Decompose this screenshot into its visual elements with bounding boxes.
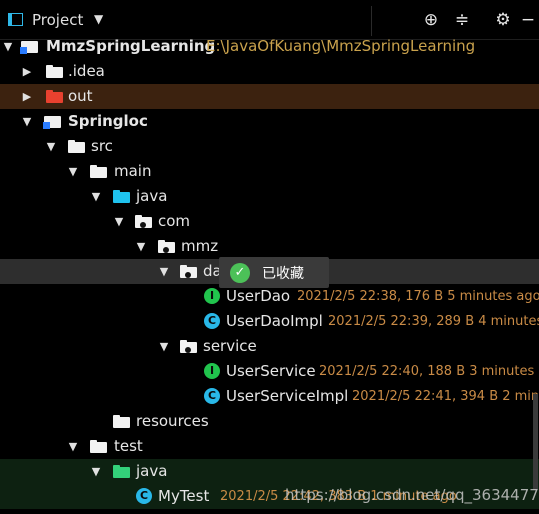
tree-row-java-test[interactable]: ▼ java bbox=[0, 459, 539, 484]
folder-icon bbox=[68, 140, 85, 153]
tree-row-userdaoimpl[interactable]: C UserDaoImpl 2021/2/5 22:39, 289 B 4 mi… bbox=[0, 309, 539, 334]
folder-icon bbox=[90, 165, 107, 178]
tree-label: main bbox=[114, 162, 152, 180]
tree-row-service[interactable]: ▼ service bbox=[0, 334, 539, 359]
expand-arrow-icon[interactable]: ▼ bbox=[43, 134, 59, 159]
module-path: E:\JavaOfKuang\MmzSpringLearning bbox=[206, 37, 476, 55]
module-icon bbox=[43, 114, 61, 129]
package-icon bbox=[180, 265, 197, 278]
tree-row-main[interactable]: ▼ main bbox=[0, 159, 539, 184]
watermark: https://blog.csdn.net/qq_36344771 bbox=[285, 486, 539, 504]
toast-message: 已收藏 bbox=[262, 266, 304, 282]
tree-label: UserServiceImpl bbox=[226, 387, 349, 405]
tree-row-java-main[interactable]: ▼ java bbox=[0, 184, 539, 209]
tree-label: MyTest bbox=[158, 487, 210, 505]
tree-label: com bbox=[158, 212, 191, 230]
chevron-down-icon[interactable]: ▼ bbox=[94, 12, 103, 26]
tree-row-resources[interactable]: resources bbox=[0, 409, 539, 434]
tree-label: test bbox=[114, 437, 143, 455]
interface-icon: I bbox=[204, 363, 220, 379]
tree-label: UserDaoImpl bbox=[226, 312, 323, 330]
excluded-folder-icon bbox=[46, 90, 63, 103]
check-icon: ✓ bbox=[230, 263, 250, 283]
tree-label: java bbox=[136, 187, 168, 205]
favorite-toast: ✓ 已收藏 bbox=[219, 257, 329, 288]
file-meta: 2021/2/5 22:39, 289 B 4 minutes bbox=[328, 314, 539, 329]
tree-row-idea[interactable]: ▶ .idea bbox=[0, 59, 539, 84]
tree-row-springloc[interactable]: ▼ Springloc bbox=[0, 109, 539, 134]
tree-label: resources bbox=[136, 412, 209, 430]
expand-arrow-icon[interactable]: ▼ bbox=[156, 259, 172, 284]
file-meta: 2021/2/5 22:40, 188 B 3 minutes a bbox=[319, 364, 539, 379]
package-icon bbox=[158, 240, 175, 253]
expand-arrow-icon[interactable]: ▼ bbox=[133, 234, 149, 259]
tree-label: MmzSpringLearning bbox=[46, 37, 216, 55]
tree-label: UserService bbox=[226, 362, 316, 380]
expand-arrow-icon[interactable]: ▼ bbox=[156, 334, 172, 359]
tree-label: UserDao bbox=[226, 287, 291, 305]
tree-label: Springloc bbox=[68, 112, 148, 130]
tree-row-userserviceimpl[interactable]: C UserServiceImpl 2021/2/5 22:41, 394 B … bbox=[0, 384, 539, 409]
expand-arrow-icon[interactable]: ▼ bbox=[19, 109, 35, 134]
file-meta: 2021/2/5 22:41, 394 B 2 minu bbox=[352, 389, 539, 404]
tree-label: service bbox=[203, 337, 257, 355]
tree-label: .idea bbox=[68, 62, 105, 80]
expand-arrow-icon[interactable]: ▼ bbox=[111, 209, 127, 234]
tree-row-mmz[interactable]: ▼ mmz bbox=[0, 234, 539, 259]
scrollbar[interactable] bbox=[533, 394, 538, 490]
folder-icon bbox=[90, 440, 107, 453]
class-icon: C bbox=[204, 388, 220, 404]
expand-arrow-icon[interactable]: ▼ bbox=[88, 184, 104, 209]
tree-label: src bbox=[91, 137, 113, 155]
gear-icon[interactable]: ⚙ bbox=[492, 8, 514, 32]
expand-arrow-icon[interactable]: ▼ bbox=[65, 159, 81, 184]
tree-label: mmz bbox=[181, 237, 219, 255]
tree-row-com[interactable]: ▼ com bbox=[0, 209, 539, 234]
tree-label: java bbox=[136, 462, 168, 480]
source-folder-icon bbox=[113, 190, 130, 203]
file-meta: 2021/2/5 22:38, 176 B 5 minutes ago bbox=[297, 289, 539, 304]
test-folder-icon bbox=[113, 465, 130, 478]
tree-row-test[interactable]: ▼ test bbox=[0, 434, 539, 459]
class-icon: C bbox=[136, 488, 152, 504]
resources-folder-icon bbox=[113, 415, 130, 428]
tree-row-mmzspringlearning[interactable]: ▼ MmzSpringLearning E:\JavaOfKuang\MmzSp… bbox=[0, 34, 539, 59]
project-view-selector[interactable]: Project bbox=[32, 11, 83, 29]
package-icon bbox=[135, 215, 152, 228]
collapsed-arrow-icon[interactable]: ▶ bbox=[19, 84, 35, 109]
hide-icon[interactable]: − bbox=[517, 8, 539, 32]
expand-arrow-icon[interactable]: ▼ bbox=[0, 34, 16, 59]
tree-row-out[interactable]: ▶ out bbox=[0, 84, 539, 109]
toolbar-divider bbox=[371, 6, 372, 36]
locate-icon[interactable]: ⊕ bbox=[420, 8, 442, 32]
package-icon bbox=[180, 340, 197, 353]
expand-arrow-icon[interactable]: ▼ bbox=[65, 434, 81, 459]
interface-icon: I bbox=[204, 288, 220, 304]
tree-row-src[interactable]: ▼ src bbox=[0, 134, 539, 159]
collapsed-arrow-icon[interactable]: ▶ bbox=[19, 59, 35, 84]
collapse-icon[interactable]: ≑ bbox=[451, 8, 473, 32]
project-window-icon bbox=[8, 13, 23, 26]
tree-label: out bbox=[68, 87, 93, 105]
tree-row-userservice[interactable]: I UserService 2021/2/5 22:40, 188 B 3 mi… bbox=[0, 359, 539, 384]
class-icon: C bbox=[204, 313, 220, 329]
expand-arrow-icon[interactable]: ▼ bbox=[88, 459, 104, 484]
module-icon bbox=[20, 39, 38, 54]
folder-icon bbox=[46, 65, 63, 78]
